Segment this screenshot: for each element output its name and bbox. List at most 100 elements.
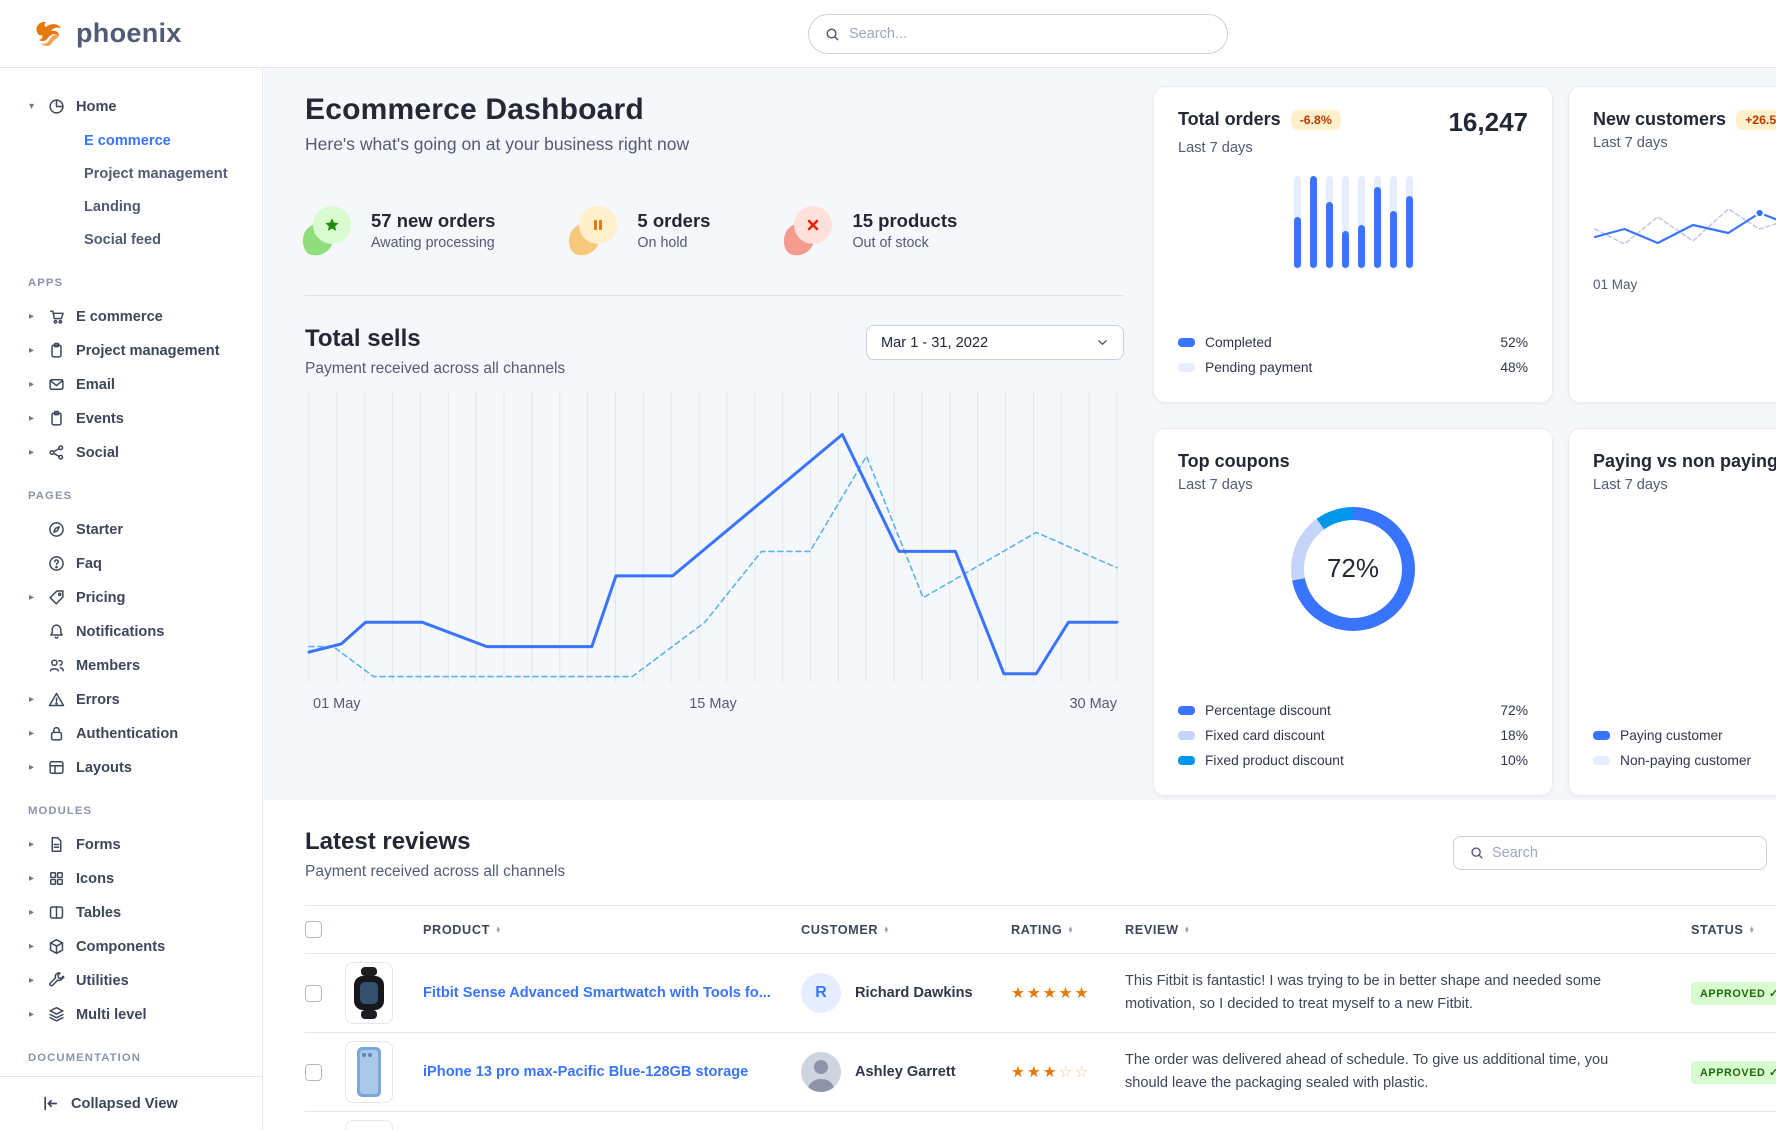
caret-down-icon[interactable]: ▾ [26,101,37,112]
caret-right-icon[interactable]: ▸ [26,447,37,458]
order-stats-row: 57 new ordersAwating processing5 ordersO… [305,203,1124,257]
sidebar-item-icons[interactable]: ▸Icons [26,867,252,890]
sort-icon[interactable]: ▲▼ [1067,927,1074,934]
sidebar-item-notifications[interactable]: Notifications [26,620,252,643]
caret-right-icon[interactable]: ▸ [26,592,37,603]
caret-right-icon[interactable]: ▸ [26,1009,37,1020]
status-badge: APPROVED ✓ [1691,982,1776,1005]
caret-right-icon[interactable]: ▸ [26,839,37,850]
caret-right-icon[interactable]: ▸ [26,379,37,390]
caret-right-icon[interactable]: ▸ [26,873,37,884]
product-link[interactable]: iPhone 13 pro max-Pacific Blue-128GB sto… [423,1064,748,1080]
order-bar-fill [1390,211,1397,268]
row-customer-cell: Woodrow Burton [801,1112,1011,1130]
caret-right-icon[interactable]: ▸ [26,975,37,986]
caret-right-icon[interactable]: ▸ [26,941,37,952]
stat-label: On hold [637,235,710,251]
date-range-select[interactable]: Mar 1 - 31, 2022 [866,325,1124,360]
product-link[interactable]: Fitbit Sense Advanced Smartwatch with To… [423,985,771,1001]
product-image[interactable] [345,962,393,1024]
select-all-checkbox[interactable] [305,921,322,938]
sidebar-item-members[interactable]: Members [26,654,252,677]
sidebar-item-components[interactable]: ▸Components [26,935,252,958]
rating-stars: ★★★☆☆ [1011,1063,1117,1082]
new-customers-chart [1593,187,1776,251]
sidebar-item-label: Project management [76,343,220,359]
sidebar-item-label: Multi level [76,1007,147,1023]
caret-right-icon[interactable]: ▸ [26,728,37,739]
product-image[interactable] [345,1041,393,1103]
column-header-customer[interactable]: CUSTOMER▲▼ [801,906,1011,954]
row-checkbox[interactable] [305,1064,322,1081]
customer[interactable]: Ashley Garrett [801,1052,1003,1092]
product-image[interactable] [345,1120,393,1130]
caret-right-icon[interactable]: ▸ [26,907,37,918]
clipboard-icon [48,410,65,427]
caret-right-icon[interactable]: ▸ [26,311,37,322]
legend-row: Pending payment48% [1178,355,1528,380]
sidebar-item-authentication[interactable]: ▸ Authentication [26,722,252,745]
customer[interactable]: RRichard Dawkins [801,973,1003,1013]
sidebar-section-label: PAGES [28,490,252,502]
sidebar-item-forms[interactable]: ▸Forms [26,833,252,856]
hero-left-column: Ecommerce Dashboard Here's what's going … [305,69,1124,800]
legend-row: Completed52% [1178,330,1528,355]
caret-right-icon[interactable]: ▸ [26,694,37,705]
sidebar-item-label: Authentication [76,726,178,742]
collapsed-view-toggle[interactable]: Collapsed View [0,1076,262,1130]
sidebar-item-social-feed[interactable]: Social feed [26,228,252,251]
sidebar-item-layouts[interactable]: ▸Layouts [26,756,252,779]
order-bar-fill [1326,202,1333,268]
sort-icon[interactable]: ▲▼ [495,927,502,934]
reviews-search[interactable] [1453,836,1767,870]
status-badge: APPROVED ✓ [1691,1061,1776,1084]
column-header-review[interactable]: REVIEW▲▼ [1125,906,1691,954]
sidebar-item-events[interactable]: ▸Events [26,407,252,430]
logo[interactable]: phoenix [34,18,182,49]
top-navbar: phoenix [0,0,1776,68]
sidebar-item-e-commerce[interactable]: E commerce [26,129,252,152]
sidebar-item-starter[interactable]: Starter [26,518,252,541]
sidebar-item-project-management[interactable]: Project management [26,162,252,185]
sidebar-item-email[interactable]: ▸Email [26,373,252,396]
file-icon [48,836,65,853]
sidebar-item-multi-level[interactable]: ▸ Multi level [26,1003,252,1026]
sort-icon[interactable]: ▲▼ [1748,927,1755,934]
sidebar-item-project-management[interactable]: ▸ Project management [26,339,252,362]
column-header-rating[interactable]: RATING▲▼ [1011,906,1125,954]
legend-swatch [1593,731,1610,740]
sidebar-item-label: Pricing [76,590,125,606]
x-axis-label: 30 May [1069,696,1117,712]
sidebar-item-tables[interactable]: ▸Tables [26,901,252,924]
column-header-product[interactable]: PRODUCT▲▼ [423,906,801,954]
sidebar-item-e-commerce[interactable]: ▸ E commerce [26,305,252,328]
sidebar-item-errors[interactable]: ▸ Errors [26,688,252,711]
sidebar-item-label: Errors [76,692,120,708]
sidebar-item-faq[interactable]: Faq [26,552,252,575]
reviews-search-input[interactable] [1492,845,1750,861]
legend-label: Percentage discount [1205,703,1331,718]
order-bar [1326,176,1333,268]
grid-icon [48,870,65,887]
sidebar-item-landing[interactable]: Landing [26,195,252,218]
caret-right-icon[interactable]: ▸ [26,762,37,773]
global-search[interactable] [808,14,1228,54]
column-header-status[interactable]: STATUS▲▼ [1691,906,1776,954]
caret-right-icon[interactable]: ▸ [26,345,37,356]
legend-swatch [1178,731,1195,740]
sidebar-item-pricing[interactable]: ▸ Pricing [26,586,252,609]
total-sells-header: Total sells Payment received across all … [305,325,1124,378]
caret-right-icon[interactable]: ▸ [26,413,37,424]
row-checkbox[interactable] [305,985,322,1002]
sidebar-item-label: Starter [76,522,123,538]
sidebar-item-social[interactable]: ▸Social [26,441,252,464]
sidebar-item-home[interactable]: ▾Home [26,95,252,118]
sidebar-section-label: DOCUMENTATION [28,1052,252,1064]
sidebar-item-utilities[interactable]: ▸Utilities [26,969,252,992]
global-search-input[interactable] [849,26,1211,42]
row-checkbox-cell [305,954,345,1033]
layout-icon [48,759,65,776]
sort-icon[interactable]: ▲▼ [1184,927,1191,934]
sidebar-item-label: E commerce [76,309,163,325]
sort-icon[interactable]: ▲▼ [883,927,890,934]
